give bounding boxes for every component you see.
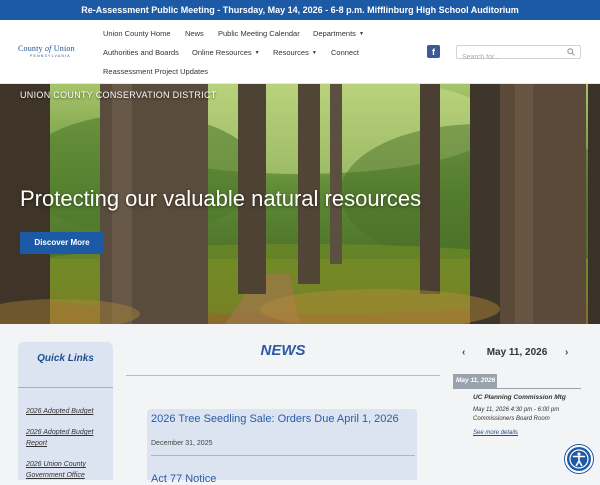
chevron-down-icon: ▼ bbox=[311, 50, 317, 56]
nav-news[interactable]: News bbox=[185, 29, 204, 38]
divider bbox=[453, 388, 581, 389]
event-date-badge: May 11, 2026 bbox=[453, 374, 497, 388]
accessibility-figure bbox=[569, 449, 589, 469]
news-item-title[interactable]: 2026 Tree Seedling Sale: Orders Due Apri… bbox=[151, 413, 399, 425]
event-location: Commissioners Board Room bbox=[473, 416, 550, 422]
divider bbox=[151, 455, 415, 456]
nav-authorities-and-boards[interactable]: Authorities and Boards bbox=[103, 48, 179, 57]
calendar-next-button[interactable]: › bbox=[565, 347, 568, 358]
news-item-date: December 31, 2025 bbox=[151, 440, 213, 447]
logo-subtitle: PENNSYLVANIA bbox=[30, 54, 71, 58]
logo-wordmark: County of Union bbox=[18, 44, 75, 53]
nav-departments[interactable]: Departments ▼ bbox=[313, 29, 364, 38]
search-icon[interactable] bbox=[567, 48, 575, 56]
hero-title: Protecting our valuable natural resource… bbox=[20, 186, 422, 211]
divider bbox=[18, 387, 113, 388]
quick-link[interactable]: 2026 Union County Government Office bbox=[26, 459, 110, 481]
hero-label: UNION COUNTY CONSERVATION DISTRICT bbox=[20, 90, 217, 100]
news-item-title[interactable]: Act 77 Notice bbox=[151, 473, 216, 485]
county-logo[interactable]: County of Union PENNSYLVANIA bbox=[18, 44, 86, 58]
calendar-date: May 11, 2026 bbox=[486, 347, 548, 358]
news-heading: NEWS bbox=[260, 342, 306, 359]
search-box[interactable] bbox=[456, 45, 581, 64]
quick-link[interactable]: 2026 Adopted Budget Report bbox=[26, 427, 110, 449]
nav-connect[interactable]: Connect bbox=[331, 48, 359, 57]
nav-public-meeting-calendar[interactable]: Public Meeting Calendar bbox=[218, 29, 300, 38]
chevron-down-icon: ▼ bbox=[254, 50, 260, 56]
nav-resources[interactable]: Resources ▼ bbox=[273, 48, 317, 57]
accessibility-icon[interactable] bbox=[565, 445, 593, 473]
discover-more-button[interactable]: Discover More bbox=[20, 232, 104, 254]
event-details-link[interactable]: See more details bbox=[473, 430, 518, 436]
quick-links-panel: Quick Links 2026 Adopted Budget 2026 Ado… bbox=[18, 342, 113, 480]
quick-link[interactable]: 2026 Adopted Budget bbox=[26, 406, 110, 417]
calendar-prev-button[interactable]: ‹ bbox=[462, 347, 465, 358]
chevron-down-icon: ▼ bbox=[358, 31, 364, 37]
search-input[interactable] bbox=[457, 51, 557, 64]
facebook-icon[interactable]: f bbox=[427, 45, 440, 58]
event-time: May 11, 2026 4:30 pm - 6:00 pm bbox=[473, 407, 560, 413]
event-title[interactable]: UC Planning Commission Mtg bbox=[473, 394, 566, 401]
nav-union-county-home[interactable]: Union County Home bbox=[103, 29, 171, 38]
nav-reassessment-updates[interactable]: Reassessment Project Updates bbox=[103, 67, 208, 76]
divider bbox=[126, 375, 440, 376]
quick-links-title: Quick Links bbox=[37, 353, 94, 364]
nav-online-resources[interactable]: Online Resources ▼ bbox=[192, 48, 260, 57]
news-card: 2026 Tree Seedling Sale: Orders Due Apri… bbox=[147, 409, 417, 485]
hero-banner: UNION COUNTY CONSERVATION DISTRICT Prote… bbox=[0, 84, 600, 324]
alert-banner[interactable]: Re-Assessment Public Meeting - Thursday,… bbox=[0, 0, 600, 20]
